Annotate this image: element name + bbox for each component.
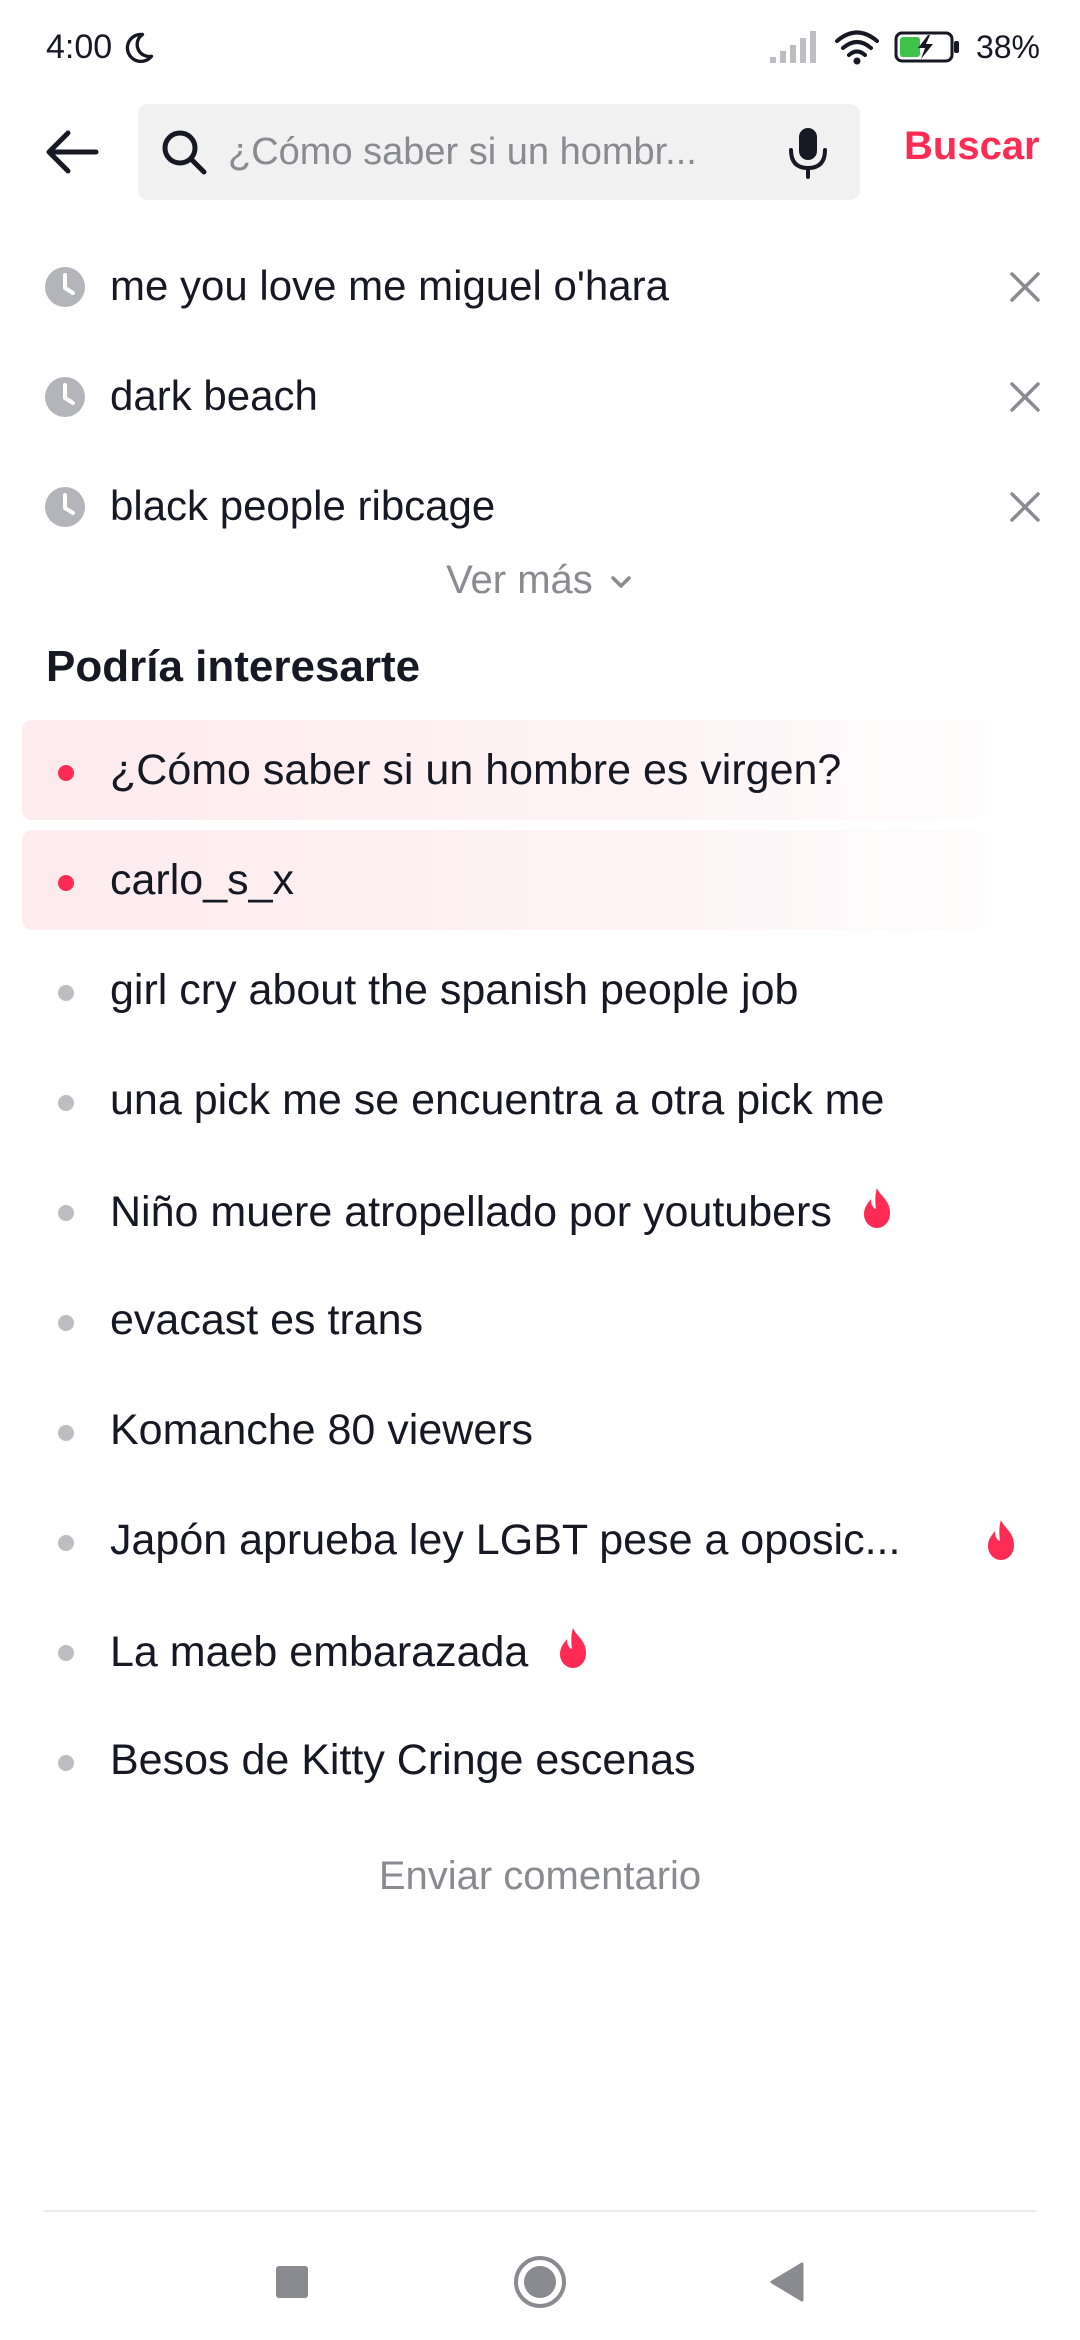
- flame-icon: [560, 1628, 587, 1668]
- arrow-left-icon: [46, 130, 99, 174]
- suggestion-label: ¿Cómo saber si un hombre es virgen?: [110, 746, 842, 794]
- suggestion-label: Japón aprueba ley LGBT pese a oposic...: [110, 1516, 901, 1564]
- bullet-dot: [58, 1755, 74, 1771]
- bullet-dot: [58, 985, 74, 1001]
- bullet-dot: [58, 1645, 74, 1661]
- bullet-dot: [58, 1535, 74, 1551]
- status-time: 4:00: [46, 28, 113, 66]
- status-icons: 38%: [768, 28, 1040, 66]
- history-item[interactable]: black people ribcage: [0, 452, 1080, 562]
- suggestion-item[interactable]: carlo_s_x: [0, 830, 1080, 940]
- history-item-label: dark beach: [110, 372, 318, 419]
- system-nav-bar: [0, 2212, 1080, 2340]
- microphone-icon[interactable]: [778, 122, 838, 182]
- history-item[interactable]: dark beach: [0, 342, 1080, 452]
- suggestion-label: una pick me se encuentra a otra pick me: [110, 1076, 885, 1124]
- search-submit-button[interactable]: Buscar: [904, 124, 1040, 169]
- suggestions-list: ¿Cómo saber si un hombre es virgen? carl…: [0, 720, 1080, 1820]
- do-not-disturb-moon-icon: [125, 32, 154, 63]
- suggestion-item[interactable]: Besos de Kitty Cringe escenas: [0, 1710, 1080, 1820]
- suggestion-item[interactable]: evacast es trans: [0, 1270, 1080, 1380]
- wifi-icon: [834, 30, 879, 65]
- history-item-label: me you love me miguel o'hara: [110, 262, 669, 309]
- clock-icon: [45, 487, 85, 527]
- clock-icon: [45, 267, 85, 307]
- signal-icon: [769, 31, 816, 63]
- home-button[interactable]: [510, 2252, 570, 2312]
- suggestion-label: carlo_s_x: [110, 856, 295, 904]
- status-bar: 4:00 38%: [0, 0, 1080, 100]
- suggestion-label-group: Niño muere atropellado por youtubers: [110, 1186, 896, 1237]
- search-icon: [162, 130, 207, 175]
- clock-icon: [45, 377, 85, 417]
- suggestion-item[interactable]: Japón aprueba ley LGBT pese a oposic...: [0, 1490, 1080, 1600]
- suggestion-label: evacast es trans: [110, 1296, 424, 1344]
- bullet-dot: [58, 1205, 74, 1221]
- back-nav-button[interactable]: [756, 2252, 816, 2312]
- suggestion-item[interactable]: Niño muere atropellado por youtubers: [0, 1160, 1080, 1270]
- back-button[interactable]: [40, 120, 104, 184]
- suggestion-label: girl cry about the spanish people job: [110, 966, 799, 1014]
- see-more-label: Ver más: [446, 558, 593, 602]
- search-box[interactable]: [138, 104, 860, 200]
- send-feedback-link[interactable]: Enviar comentario: [0, 1854, 1080, 1899]
- suggestion-label-group: La maeb embarazada: [110, 1626, 592, 1677]
- suggestions-title: Podría interesarte: [46, 642, 421, 691]
- close-icon[interactable]: [1004, 266, 1046, 308]
- close-icon[interactable]: [1004, 486, 1046, 528]
- bullet-dot: [58, 765, 74, 781]
- recent-apps-button[interactable]: [262, 2252, 322, 2312]
- history-item-label: black people ribcage: [110, 482, 496, 529]
- suggestion-item[interactable]: girl cry about the spanish people job: [0, 940, 1080, 1050]
- history-item[interactable]: me you love me miguel o'hara: [0, 232, 1080, 342]
- flame-icon: [863, 1188, 890, 1228]
- suggestion-label: La maeb embarazada: [110, 1628, 529, 1676]
- bullet-dot: [58, 1095, 74, 1111]
- suggestion-label: Niño muere atropellado por youtubers: [110, 1188, 832, 1236]
- bullet-dot: [58, 1315, 74, 1331]
- battery-charging-icon: [894, 31, 959, 63]
- battery-percentage: 38%: [975, 28, 1040, 65]
- see-more-button[interactable]: Ver más: [0, 558, 1080, 603]
- bullet-dot: [58, 1425, 74, 1441]
- bullet-dot: [58, 875, 74, 891]
- suggestion-item[interactable]: La maeb embarazada: [0, 1600, 1080, 1710]
- search-header: Buscar: [0, 100, 1080, 204]
- suggestion-item[interactable]: ¿Cómo saber si un hombre es virgen?: [0, 720, 1080, 830]
- status-time-group: 4:00: [46, 28, 156, 67]
- flame-icon: [988, 1520, 1014, 1560]
- chevron-down-icon: [611, 576, 631, 589]
- suggestion-label: Komanche 80 viewers: [110, 1406, 534, 1454]
- search-history-list: me you love me miguel o'hara dark beach …: [0, 232, 1080, 562]
- search-input[interactable]: [228, 104, 748, 200]
- close-icon[interactable]: [1004, 376, 1046, 418]
- home-circle-icon: [514, 2256, 566, 2308]
- suggestion-item[interactable]: Komanche 80 viewers: [0, 1380, 1080, 1490]
- triangle-back-icon: [770, 2262, 804, 2302]
- suggestion-label: Besos de Kitty Cringe escenas: [110, 1736, 696, 1784]
- suggestion-item[interactable]: una pick me se encuentra a otra pick me: [0, 1050, 1080, 1160]
- square-icon: [276, 2266, 308, 2298]
